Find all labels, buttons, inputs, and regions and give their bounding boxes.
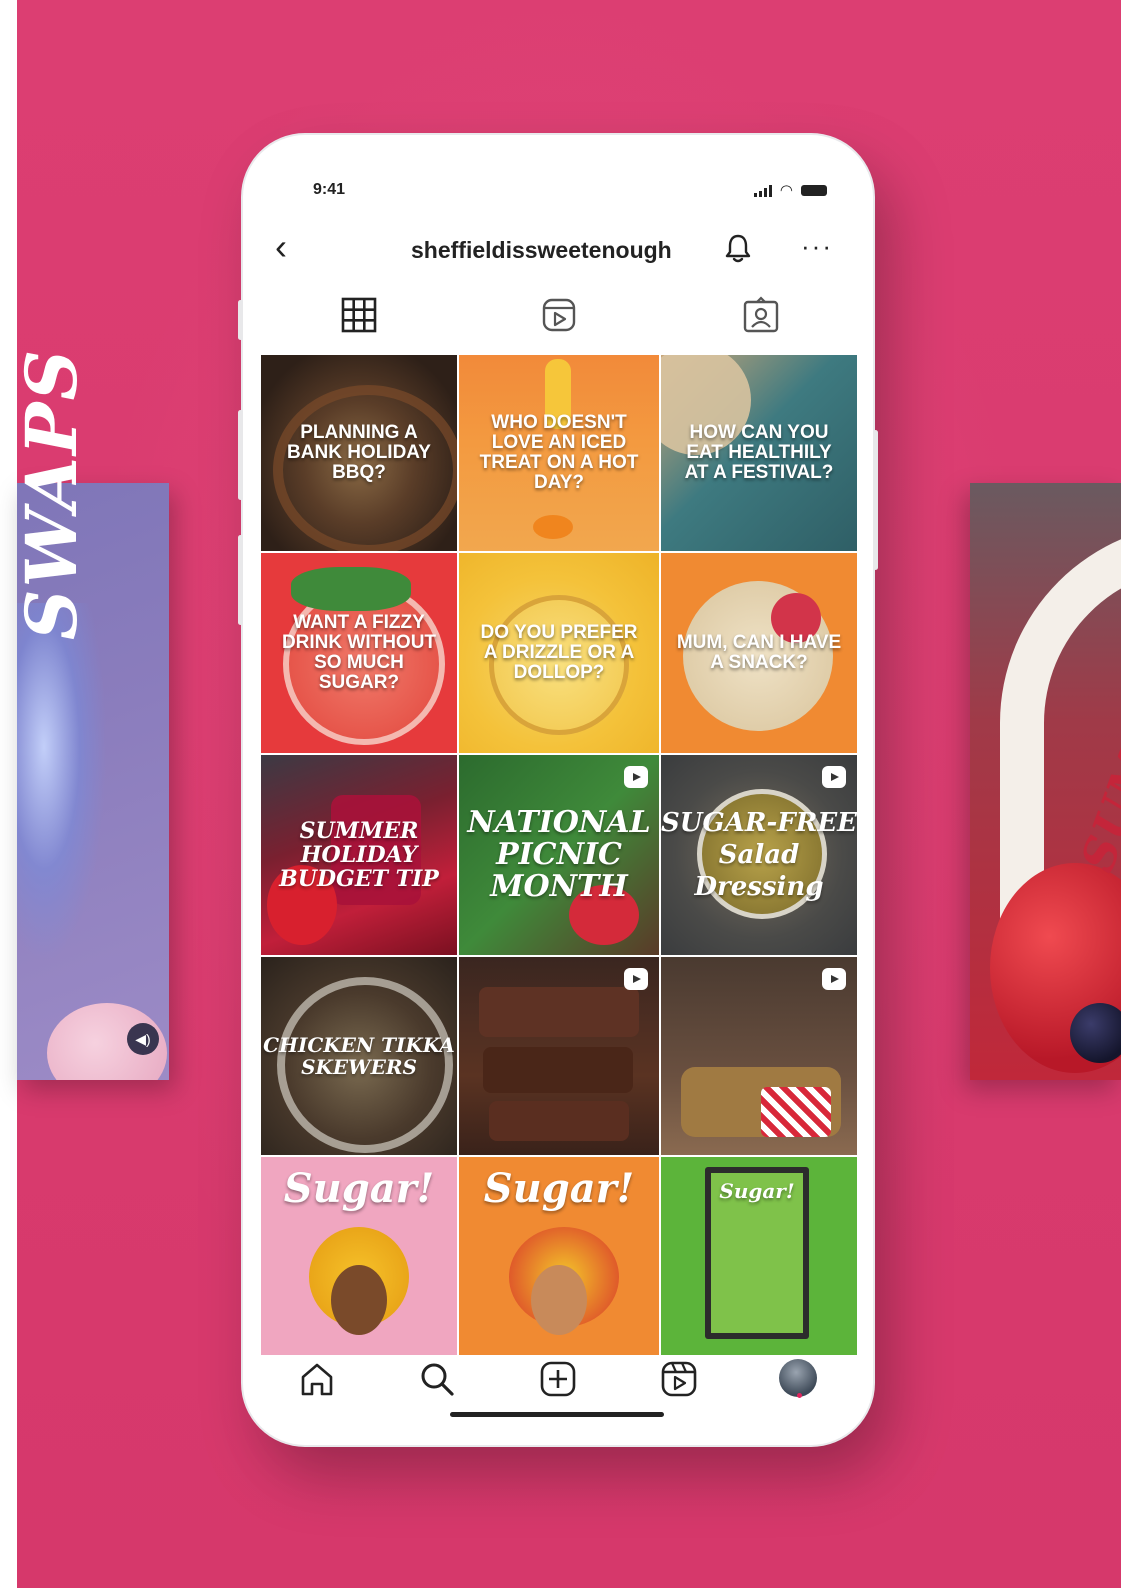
post-caption: SUGAR-FREE Salad Dressing [661, 808, 857, 902]
search-icon[interactable] [417, 1359, 457, 1399]
mute-icon[interactable]: ◀︎) [127, 1023, 159, 1055]
reel-badge-icon [624, 766, 648, 788]
post-caption: PLANNING A BANK HOLIDAY BBQ? [287, 422, 431, 483]
reels-tab-icon[interactable] [539, 295, 579, 335]
post-caption: NATIONAL PICNIC MONTH [467, 805, 651, 904]
home-icon[interactable] [297, 1359, 337, 1399]
post-tile[interactable]: PLANNING A BANK HOLIDAY BBQ? [261, 355, 457, 551]
phone-frame: 9:41 ◠ ‹ sheffieldissweetenough ··· PLAN… [243, 135, 873, 1445]
profile-tabs [243, 295, 873, 345]
splash-decoration [17, 603, 107, 963]
post-tile[interactable]: DO YOU PREFER A DRIZZLE OR A DOLLOP? [459, 553, 659, 753]
signal-icon [753, 184, 772, 197]
reel-badge-icon [624, 968, 648, 990]
back-chevron-icon[interactable]: ‹ [275, 229, 287, 265]
profile-header: ‹ sheffieldissweetenough ··· [243, 227, 873, 275]
side-button [238, 535, 243, 625]
wifi-icon: ◠ [779, 182, 793, 199]
post-caption: SUMMER HOLIDAY BUDGET TIP [279, 818, 439, 892]
post-tile[interactable]: WHO DOESN'T LOVE AN ICED TREAT ON A HOT … [459, 355, 659, 551]
post-caption: Sugar! [283, 1165, 435, 1212]
post-caption: DO YOU PREFER A DRIZZLE OR A DOLLOP? [480, 622, 638, 683]
status-bar: 9:41 ◠ [243, 135, 873, 225]
reel-badge-icon [822, 968, 846, 990]
plus-square-icon[interactable] [538, 1359, 578, 1399]
status-icons: ◠ [753, 182, 827, 199]
berry-decoration [1070, 1003, 1121, 1063]
grid-icon[interactable] [339, 295, 379, 335]
profile-username: sheffieldissweetenough [411, 237, 672, 263]
post-caption: MUM, CAN I HAVE A SNACK? [676, 632, 842, 673]
more-options-icon[interactable]: ··· [801, 231, 833, 262]
post-tile[interactable]: HOW CAN YOU EAT HEALTHILY AT A FESTIVAL? [661, 355, 857, 551]
post-caption: WANT A FIZZY DRINK WITHOUT SO MUCH SUGAR… [281, 612, 437, 693]
post-tile[interactable]: MUM, CAN I HAVE A SNACK? [661, 553, 857, 753]
post-tile[interactable] [661, 957, 857, 1155]
avatar[interactable] [779, 1359, 817, 1397]
post-tile[interactable]: Sugar! [261, 1157, 457, 1355]
post-caption: Sugar! [719, 1179, 795, 1203]
post-tile[interactable]: WANT A FIZZY DRINK WITHOUT SO MUCH SUGAR… [261, 553, 457, 753]
reel-badge-icon [822, 766, 846, 788]
post-caption: HOW CAN YOU EAT HEALTHILY AT A FESTIVAL? [684, 422, 834, 483]
post-tile[interactable] [459, 957, 659, 1155]
battery-icon [801, 185, 827, 196]
post-caption: Sugar! [483, 1165, 635, 1212]
post-tile[interactable]: NATIONAL PICNIC MONTH [459, 755, 659, 955]
post-tile[interactable]: SUMMER HOLIDAY BUDGET TIP [261, 755, 457, 955]
post-tile[interactable]: Sugar! [459, 1157, 659, 1355]
post-caption: CHICKEN TIKKA SKEWERS [263, 1033, 455, 1079]
post-tile[interactable]: SUGAR-FREE Salad Dressing [661, 755, 857, 955]
left-margin-strip [0, 0, 17, 1588]
side-button [238, 300, 243, 340]
post-caption: WHO DOESN'T LOVE AN ICED TREAT ON A HOT … [479, 412, 639, 493]
status-time: 9:41 [313, 181, 346, 198]
bell-icon[interactable] [721, 231, 755, 265]
bottom-navigation [243, 1353, 873, 1413]
notification-dot [797, 1393, 802, 1398]
side-button [238, 410, 243, 500]
reels-icon[interactable] [659, 1359, 699, 1399]
home-indicator [450, 1412, 664, 1417]
left-card-word: SWAPS [10, 347, 93, 640]
post-tile[interactable]: CHICKEN TIKKA SKEWERS [261, 957, 457, 1155]
posts-grid: PLANNING A BANK HOLIDAY BBQ? WHO DOESN'T… [261, 355, 857, 1355]
side-button [873, 430, 878, 570]
post-tile[interactable]: Sugar! [661, 1157, 857, 1355]
tagged-icon[interactable] [741, 295, 781, 335]
